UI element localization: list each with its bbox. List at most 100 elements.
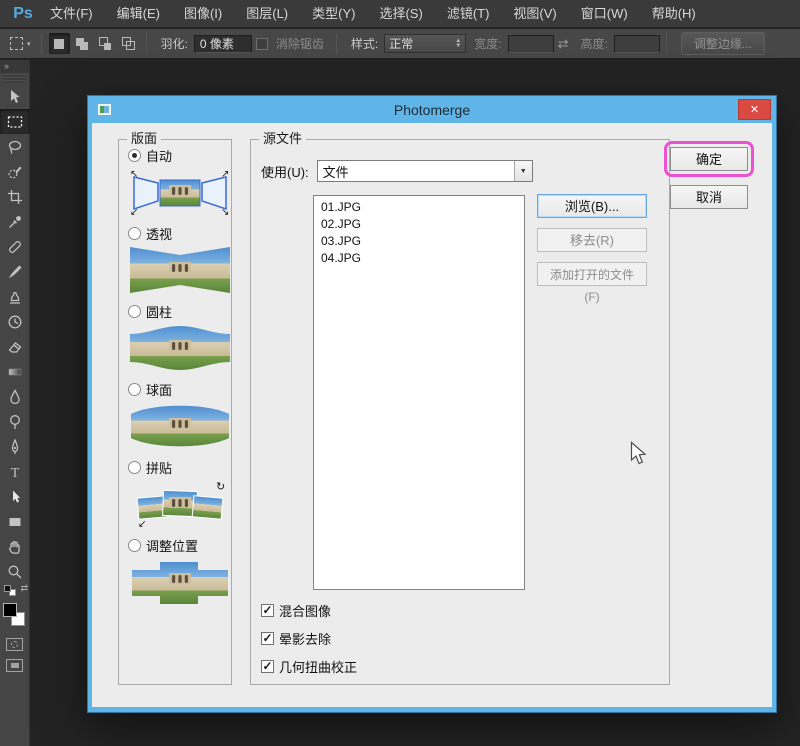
width-input[interactable] xyxy=(507,34,554,53)
radio-collage[interactable]: 拼贴 xyxy=(128,458,231,476)
blend-images-checkbox-row[interactable]: ✓ 混合图像 xyxy=(261,602,331,619)
eraser-tool[interactable] xyxy=(0,334,30,359)
radio-button-icon[interactable] xyxy=(128,460,141,474)
radio-button-icon[interactable] xyxy=(128,538,141,552)
checkbox-icon[interactable]: ✓ xyxy=(261,603,274,617)
radio-button-icon[interactable] xyxy=(128,382,141,396)
brush-tool[interactable] xyxy=(0,259,30,284)
radio-button-icon[interactable] xyxy=(128,226,141,240)
svg-text:↻: ↻ xyxy=(216,481,225,493)
menu-select[interactable]: 选择(S) xyxy=(367,0,434,28)
source-group-label: 源文件 xyxy=(259,132,307,146)
photomerge-dialog: Photomerge ✕ 版面 自动 ↖ ↗ ↙ ↘ 透视 圆柱 球面 拼贴 ↻… xyxy=(88,96,776,712)
menu-type[interactable]: 类型(Y) xyxy=(300,0,367,28)
layout-thumb-spherical xyxy=(130,402,230,450)
layout-thumb-auto: ↖ ↗ ↙ ↘ xyxy=(130,168,230,216)
radio-reposition[interactable]: 调整位置 xyxy=(128,536,231,554)
file-list-item[interactable]: 02.JPG xyxy=(314,216,524,233)
history-brush-tool[interactable] xyxy=(0,309,30,334)
menu-layer[interactable]: 图层(L) xyxy=(234,0,300,28)
height-input[interactable] xyxy=(613,34,660,53)
file-list-item[interactable]: 04.JPG xyxy=(314,250,524,267)
use-select-value: 文件 xyxy=(322,164,349,180)
radio-button-icon[interactable] xyxy=(128,304,141,318)
new-selection-mode-button[interactable] xyxy=(48,33,70,54)
width-label: 宽度: xyxy=(474,37,502,51)
collapse-panel-icon[interactable]: » xyxy=(0,60,29,73)
radio-perspective[interactable]: 透视 xyxy=(128,224,231,242)
rectangular-marquee-tool[interactable] xyxy=(0,109,30,134)
menu-image[interactable]: 图像(I) xyxy=(172,0,234,28)
use-label: 使用(U): xyxy=(261,164,309,180)
blur-tool[interactable] xyxy=(0,384,30,409)
vignette-removal-checkbox-row[interactable]: ✓ 晕影去除 xyxy=(261,630,331,647)
checkbox-icon[interactable]: ✓ xyxy=(261,631,274,645)
style-select[interactable]: 正常 ▲ ▼ xyxy=(384,34,467,53)
options-bar: ▾ 羽化: 消除锯齿 样式: 正常 ▲▼ 宽度: ⇄ 高度: 调整边缘... xyxy=(0,29,800,59)
screen-mode-button[interactable] xyxy=(6,659,23,672)
close-button[interactable]: ✕ xyxy=(738,99,771,120)
file-list-item[interactable]: 01.JPG xyxy=(314,199,524,216)
menu-help[interactable]: 帮助(H) xyxy=(640,0,708,28)
divider xyxy=(145,32,147,55)
dialog-titlebar[interactable]: Photomerge ✕ xyxy=(88,96,776,123)
foreground-background-colors[interactable] xyxy=(0,600,30,632)
dropdown-arrow-icon[interactable]: ▼ xyxy=(513,161,532,181)
marquee-preset-icon xyxy=(10,37,23,50)
radio-spherical[interactable]: 球面 xyxy=(128,380,231,398)
tool-preset-picker[interactable]: ▾ xyxy=(6,35,35,52)
use-select[interactable]: 文件 ▼ xyxy=(316,160,533,182)
refine-edge-button[interactable]: 调整边缘... xyxy=(680,32,765,55)
file-list-item[interactable]: 03.JPG xyxy=(314,233,524,250)
add-open-files-button[interactable]: 添加打开的文件(F) xyxy=(537,262,647,304)
zoom-tool[interactable] xyxy=(0,559,30,584)
menu-file[interactable]: 文件(F) xyxy=(38,0,105,28)
quick-mask-mode-button[interactable] xyxy=(6,638,23,651)
menu-window[interactable]: 窗口(W) xyxy=(569,0,640,28)
checkbox-icon[interactable]: ✓ xyxy=(261,659,274,673)
subtract-from-selection-mode-button[interactable] xyxy=(95,33,116,54)
radio-auto[interactable]: 自动 xyxy=(128,146,231,164)
swap-dimensions-icon[interactable]: ⇄ xyxy=(558,36,569,52)
spot-healing-brush-tool[interactable] xyxy=(0,234,30,259)
default-swap-colors-widget[interactable]: ⇄ xyxy=(0,583,30,598)
crop-tool[interactable] xyxy=(0,184,30,209)
panel-grip[interactable] xyxy=(3,74,26,83)
dodge-tool[interactable] xyxy=(0,409,30,434)
type-tool[interactable]: T xyxy=(0,459,30,484)
move-tool[interactable] xyxy=(0,84,30,109)
add-to-selection-mode-button[interactable] xyxy=(72,33,93,54)
lasso-tool[interactable] xyxy=(0,134,30,159)
feather-input[interactable] xyxy=(193,34,252,53)
radio-cylindrical[interactable]: 圆柱 xyxy=(128,302,231,320)
layout-option-cylindrical: 圆柱 xyxy=(128,302,231,372)
ok-button[interactable]: 确定 xyxy=(670,147,748,171)
quick-mask-icon xyxy=(11,641,18,648)
gradient-tool[interactable] xyxy=(0,359,30,384)
menu-edit[interactable]: 编辑(E) xyxy=(105,0,172,28)
quick-selection-tool[interactable] xyxy=(0,159,30,184)
layout-option-spherical: 球面 xyxy=(128,380,231,450)
hand-tool[interactable] xyxy=(0,534,30,559)
divider xyxy=(665,32,667,55)
intersect-selection-mode-button[interactable] xyxy=(118,33,139,54)
geometric-distortion-checkbox-row[interactable]: ✓ 几何扭曲校正 xyxy=(261,658,357,675)
antialias-checkbox[interactable] xyxy=(255,37,268,50)
source-file-list[interactable]: 01.JPG 02.JPG 03.JPG 04.JPG xyxy=(313,195,525,590)
path-selection-tool[interactable] xyxy=(0,484,30,509)
eyedropper-tool[interactable] xyxy=(0,209,30,234)
radio-button-icon[interactable] xyxy=(128,148,141,162)
foreground-color-swatch[interactable] xyxy=(3,603,17,617)
rectangle-shape-tool[interactable] xyxy=(0,509,30,534)
remove-button[interactable]: 移去(R) xyxy=(537,228,647,252)
cancel-button[interactable]: 取消 xyxy=(670,185,748,209)
menu-view[interactable]: 视图(V) xyxy=(501,0,568,28)
layout-option-reposition: 调整位置 xyxy=(128,536,231,606)
layout-thumb-collage: ↻ ↙ xyxy=(130,480,230,528)
menu-filter[interactable]: 滤镜(T) xyxy=(435,0,502,28)
style-value: 正常 xyxy=(389,37,414,51)
browse-button[interactable]: 浏览(B)... xyxy=(537,194,647,218)
clone-stamp-tool[interactable] xyxy=(0,284,30,309)
pen-tool[interactable] xyxy=(0,434,30,459)
svg-text:↙: ↙ xyxy=(130,207,138,216)
